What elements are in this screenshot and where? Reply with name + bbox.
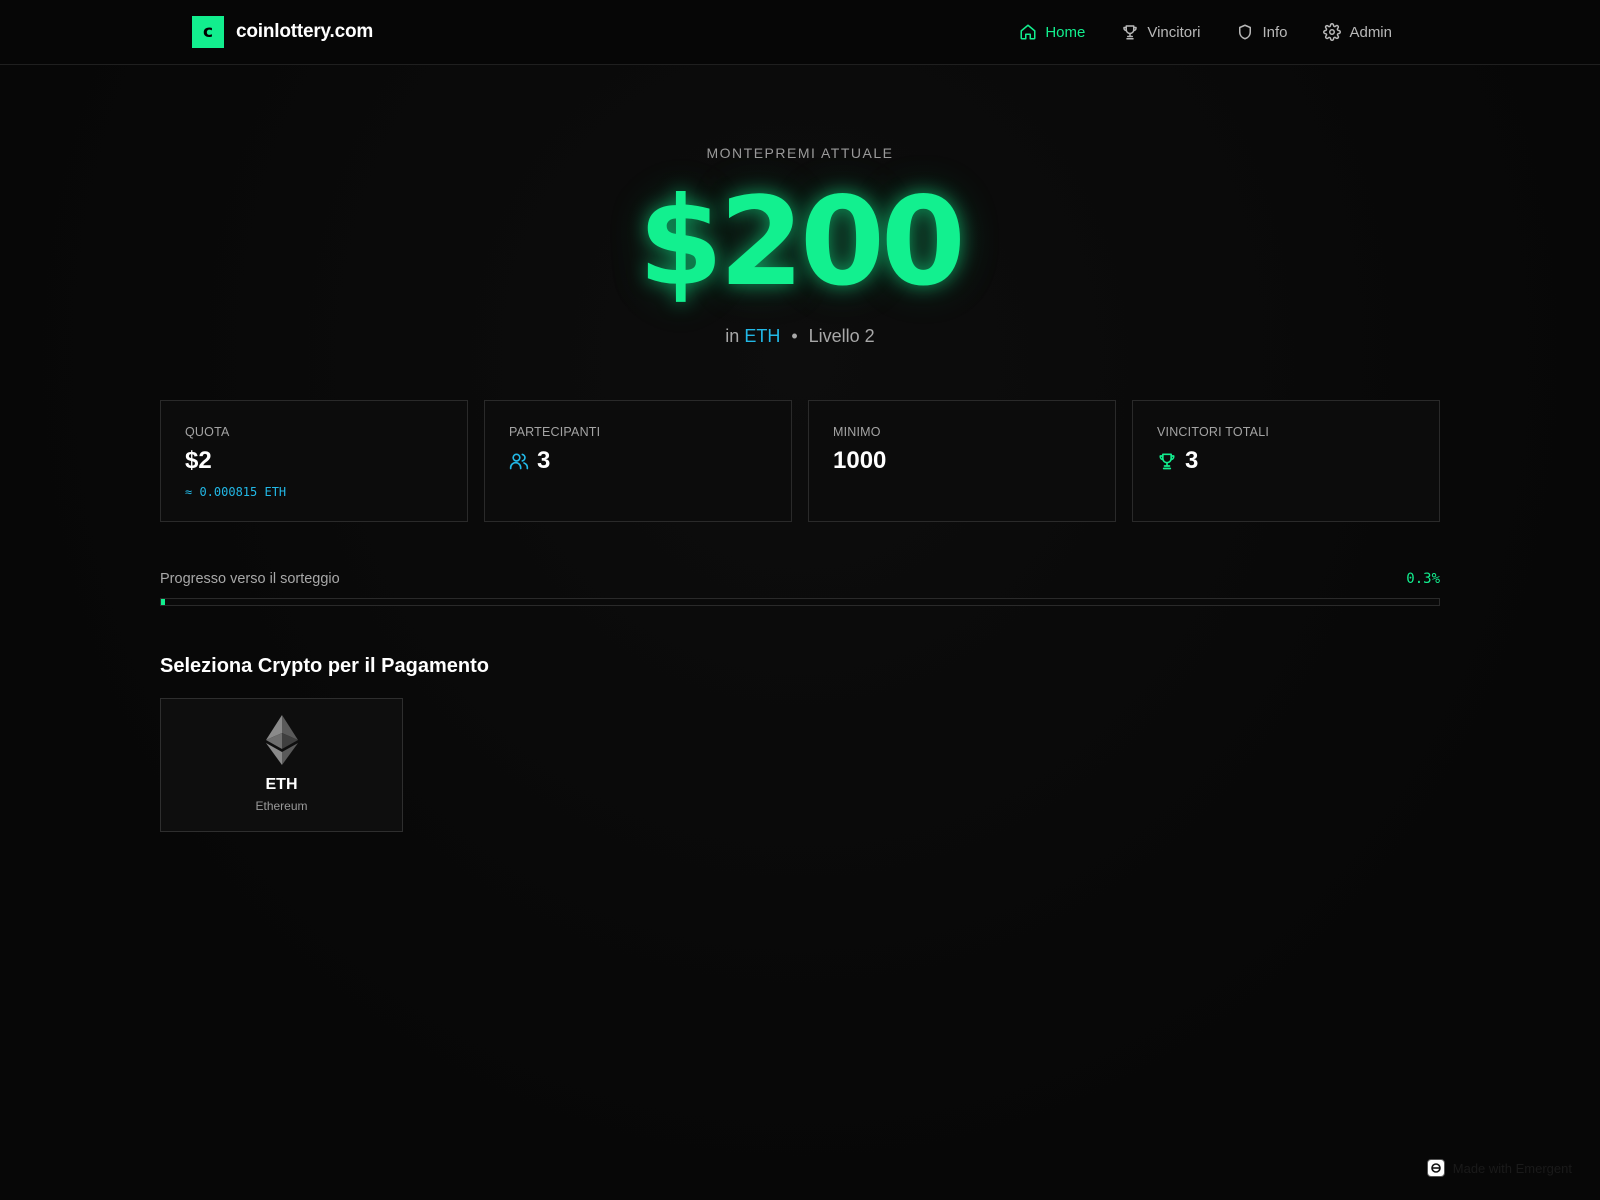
trophy-icon xyxy=(1159,453,1175,470)
home-icon xyxy=(1020,24,1036,40)
emergent-logo-icon xyxy=(1426,1159,1445,1177)
progress-bar xyxy=(160,598,1440,606)
separator-dot: • xyxy=(791,326,798,346)
quota-value: $2 xyxy=(185,447,212,474)
users-icon xyxy=(509,453,529,470)
crypto-symbol: ETH xyxy=(265,776,298,793)
stat-card-minimo: MINIMO 1000 xyxy=(808,400,1116,522)
badge-text: Made with Emergent xyxy=(1452,1160,1572,1176)
made-with-badge[interactable]: Made with Emergent xyxy=(1426,1158,1572,1178)
minimo-value: 1000 xyxy=(833,447,887,474)
top-nav-bar: c coinlottery.com Home Vincitori Info Ad… xyxy=(0,0,1600,65)
jackpot-subtitle: in ETH • Livello 2 xyxy=(0,326,1600,347)
nav-admin-label: Admin xyxy=(1349,23,1392,41)
crypto-section-title: Seleziona Crypto per il Pagamento xyxy=(160,655,489,677)
nav-vincitori-label: Vincitori xyxy=(1147,23,1201,41)
shield-icon xyxy=(1239,24,1252,40)
logo-mark: c xyxy=(192,16,224,48)
vincitori-value: 3 xyxy=(1185,447,1199,474)
jackpot-level: Livello 2 xyxy=(808,326,875,346)
jackpot-label: MONTEPREMI ATTUALE xyxy=(706,145,894,161)
partecipanti-value: 3 xyxy=(537,447,551,474)
crypto-name: Ethereum xyxy=(255,799,308,813)
progress-header: Progresso verso il sorteggio 0.3% xyxy=(160,571,1440,591)
quota-eth-note: ≈ 0.000815 ETH xyxy=(185,485,287,499)
nav-admin[interactable]: Admin xyxy=(1323,23,1392,41)
jackpot-prefix: in xyxy=(725,326,740,346)
nav-home-label: Home xyxy=(1045,23,1086,41)
progress-bar-fill xyxy=(161,599,165,605)
site-name: coinlottery.com xyxy=(236,21,374,42)
crypto-option-eth[interactable]: ETH Ethereum xyxy=(160,698,403,832)
gear-icon xyxy=(1323,23,1342,41)
nav-info[interactable]: Info xyxy=(1236,23,1287,41)
main-nav: Home Vincitori Info Admin xyxy=(1019,20,1392,44)
minimo-label: MINIMO xyxy=(833,425,881,439)
jackpot-coin: ETH xyxy=(744,326,781,346)
jackpot-amount: $200 xyxy=(638,171,966,313)
stat-card-quota: QUOTA $2 ≈ 0.000815 ETH xyxy=(160,400,468,522)
nav-home[interactable]: Home xyxy=(1019,23,1085,41)
ethereum-icon xyxy=(266,715,298,765)
site-logo[interactable]: c coinlottery.com xyxy=(192,16,373,48)
trophy-icon xyxy=(1123,25,1138,40)
stat-card-partecipanti: PARTECIPANTI 3 xyxy=(484,400,792,522)
vincitori-label: VINCITORI TOTALI xyxy=(1157,425,1270,439)
nav-info-label: Info xyxy=(1262,23,1288,41)
progress-percent: 0.3% xyxy=(1406,571,1440,587)
partecipanti-label: PARTECIPANTI xyxy=(509,425,601,439)
progress-label: Progresso verso il sorteggio xyxy=(160,571,340,587)
nav-vincitori[interactable]: Vincitori xyxy=(1121,23,1200,41)
stats-row: QUOTA $2 ≈ 0.000815 ETH PARTECIPANTI 3 M… xyxy=(160,400,1440,522)
quota-label: QUOTA xyxy=(185,425,230,439)
stat-card-vincitori: VINCITORI TOTALI 3 xyxy=(1132,400,1440,522)
